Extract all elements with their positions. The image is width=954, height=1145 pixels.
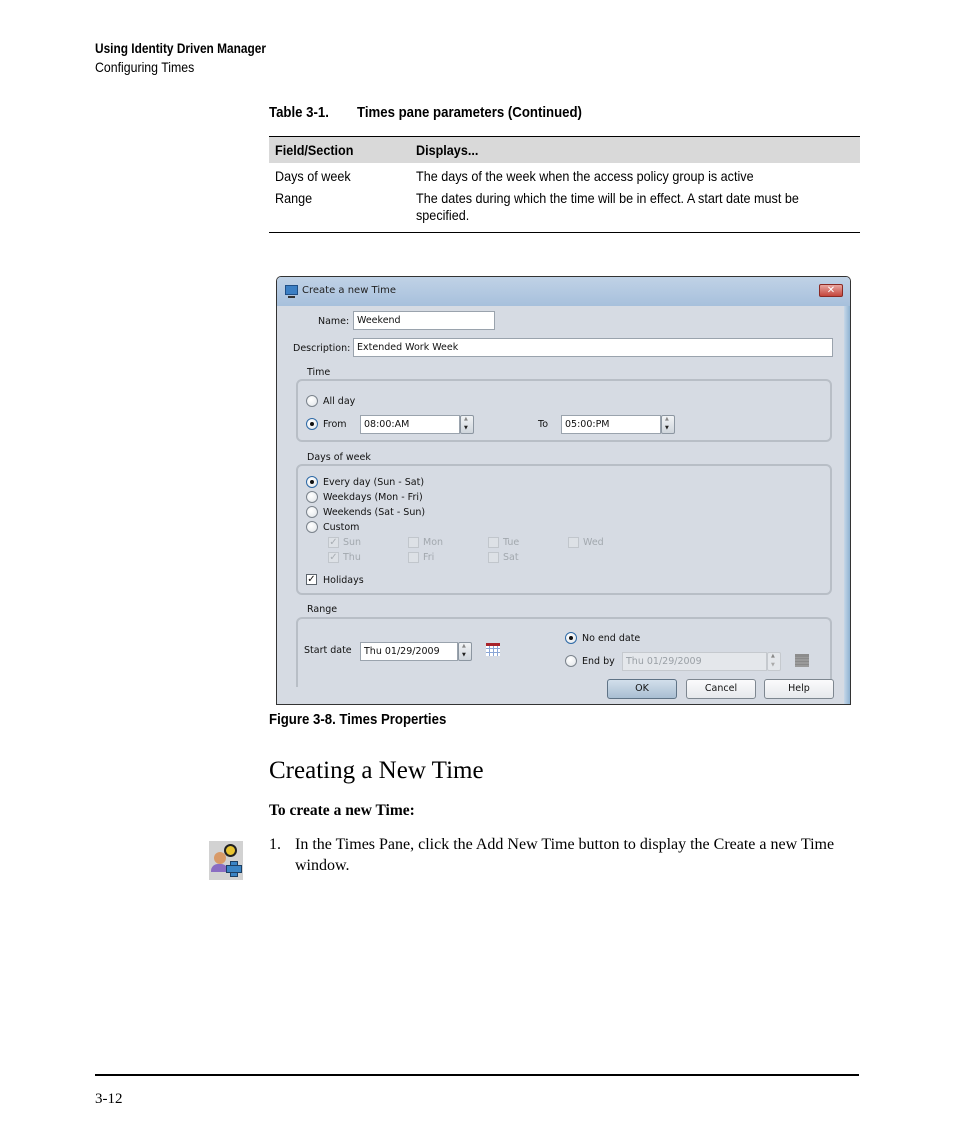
end-by-date-input[interactable]: Thu 01/29/2009 <box>622 652 767 671</box>
range-group-title: Range <box>307 604 338 615</box>
from-time-spinner[interactable] <box>460 415 474 434</box>
to-time-input[interactable]: 05:00:PM <box>561 415 661 434</box>
table-cell-displays: The days of the week when the access pol… <box>416 168 754 184</box>
sat-checkbox[interactable] <box>488 552 499 563</box>
fri-label: Fri <box>423 552 435 563</box>
all-day-radio[interactable] <box>306 395 318 407</box>
to-time-spinner[interactable] <box>661 415 675 434</box>
thu-checkbox[interactable]: ✓ <box>328 552 339 563</box>
create-time-dialog: Create a new Time ✕ Name: Weekend Descri… <box>276 276 851 705</box>
from-time-input[interactable]: 08:00:AM <box>360 415 460 434</box>
custom-radio[interactable] <box>306 521 318 533</box>
end-by-radio[interactable] <box>565 655 577 667</box>
mon-label: Mon <box>423 537 444 548</box>
no-end-date-label: No end date <box>582 633 641 644</box>
calendar-icon[interactable] <box>486 643 500 656</box>
weekdays-label: Weekdays (Mon - Fri) <box>323 492 423 503</box>
running-header-title: Using Identity Driven Manager <box>95 41 266 56</box>
procedure-heading: To create a new Time: <box>269 802 415 819</box>
no-end-date-radio[interactable] <box>565 632 577 644</box>
ok-button[interactable]: OK <box>607 679 677 699</box>
from-radio[interactable] <box>306 418 318 430</box>
footer-rule <box>95 1074 859 1076</box>
help-button[interactable]: Help <box>764 679 834 699</box>
table-cell-field: Days of week <box>275 168 351 184</box>
to-label: To <box>538 419 549 430</box>
sat-label: Sat <box>503 552 519 563</box>
mon-checkbox[interactable] <box>408 537 419 548</box>
plus-icon <box>226 861 242 877</box>
thu-label: Thu <box>343 552 361 563</box>
figure-caption: Figure 3-8. Times Properties <box>269 711 447 728</box>
times-parameters-table: Field/Section Displays... Days of week T… <box>269 136 860 233</box>
weekends-radio[interactable] <box>306 506 318 518</box>
custom-label: Custom <box>323 522 360 533</box>
table-row: Range The dates during which the time wi… <box>269 189 860 232</box>
weekends-label: Weekends (Sat - Sun) <box>323 507 426 518</box>
dialog-titlebar: Create a new Time ✕ <box>277 277 850 306</box>
dialog-title: Create a new Time <box>302 285 397 296</box>
all-day-label: All day <box>323 396 356 407</box>
description-label: Description: <box>293 343 351 354</box>
step-text: In the Times Pane, click the Add New Tim… <box>295 836 835 874</box>
table-cell-displays-cont: specified. <box>416 207 470 223</box>
holidays-checkbox[interactable]: ✓ <box>306 574 317 585</box>
name-label: Name: <box>318 316 350 327</box>
step-number: 1. <box>269 836 281 853</box>
section-heading: Creating a New Time <box>269 757 484 784</box>
table-cell-displays: The dates during which the time will be … <box>416 190 799 206</box>
table-row: Days of week The days of the week when t… <box>269 163 860 189</box>
running-header-subtitle: Configuring Times <box>95 59 195 75</box>
fri-checkbox[interactable] <box>408 552 419 563</box>
table-caption-title: Times pane parameters (Continued) <box>357 104 582 121</box>
sun-checkbox[interactable]: ✓ <box>328 537 339 548</box>
wed-label: Wed <box>583 537 604 548</box>
weekdays-radio[interactable] <box>306 491 318 503</box>
add-new-time-icon <box>209 841 243 880</box>
description-input[interactable]: Extended Work Week <box>353 338 833 357</box>
name-input[interactable]: Weekend <box>353 311 495 330</box>
table-caption-number: Table 3-1. <box>269 104 329 121</box>
end-by-date-spinner[interactable] <box>767 652 781 671</box>
start-date-spinner[interactable] <box>458 642 472 661</box>
start-date-label: Start date <box>304 645 352 656</box>
days-of-week-group-title: Days of week <box>307 452 371 463</box>
window-border <box>844 306 850 704</box>
table-cell-field: Range <box>275 190 313 206</box>
table-header-displays: Displays... <box>416 142 479 158</box>
every-day-label: Every day (Sun - Sat) <box>323 477 425 488</box>
table-caption: Table 3-1. Times pane parameters (Continu… <box>269 104 582 121</box>
sun-label: Sun <box>343 537 362 548</box>
step-item: 1. In the Times Pane, click the Add New … <box>269 834 859 876</box>
start-date-input[interactable]: Thu 01/29/2009 <box>360 642 458 661</box>
close-button[interactable]: ✕ <box>819 284 843 297</box>
clock-icon <box>224 844 237 857</box>
tue-checkbox[interactable] <box>488 537 499 548</box>
end-by-label: End by <box>582 656 615 667</box>
calendar-icon-disabled[interactable] <box>795 654 809 667</box>
tue-label: Tue <box>503 537 520 548</box>
wed-checkbox[interactable] <box>568 537 579 548</box>
monitor-icon <box>285 285 298 298</box>
page-number: 3-12 <box>95 1091 123 1107</box>
cancel-button[interactable]: Cancel <box>686 679 756 699</box>
holidays-label: Holidays <box>323 575 364 586</box>
every-day-radio[interactable] <box>306 476 318 488</box>
time-group-title: Time <box>307 367 331 378</box>
table-header-field: Field/Section <box>275 142 354 158</box>
table-header-row: Field/Section Displays... <box>269 137 860 163</box>
from-label: From <box>323 419 347 430</box>
